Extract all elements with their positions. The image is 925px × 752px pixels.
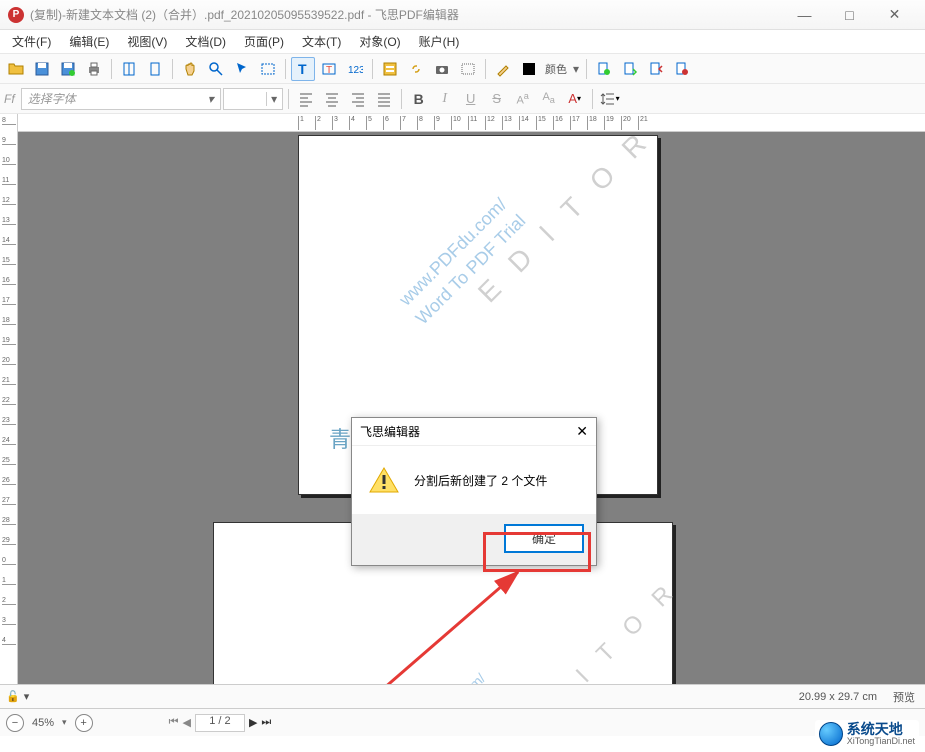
- menu-file[interactable]: 文件(F): [4, 30, 59, 53]
- save-as-button[interactable]: [56, 57, 80, 81]
- text-box-button[interactable]: T: [317, 57, 341, 81]
- menu-edit[interactable]: 编辑(E): [61, 30, 117, 53]
- rect-select-button[interactable]: [256, 57, 280, 81]
- line-spacing-button[interactable]: ▾: [598, 87, 622, 111]
- workspace: 8910111213141516171819202122232425262728…: [0, 114, 925, 684]
- align-right-button[interactable]: [346, 87, 370, 111]
- brand-url: XiTongTianDi.net: [847, 736, 915, 746]
- last-page-button[interactable]: ⏭: [261, 716, 271, 729]
- lock-icon: 🔓: [6, 690, 20, 703]
- warning-icon: [368, 466, 400, 494]
- horizontal-ruler: 123456789101112131415161718192021: [18, 114, 925, 132]
- zoom-out-button[interactable]: −: [6, 714, 24, 732]
- canvas[interactable]: E D I T O R www.PDFdu.com/ Word To PDF T…: [18, 132, 925, 684]
- text-spacing-button[interactable]: 123: [343, 57, 367, 81]
- page-navigation: ⏮ ◀ 1 / 2 ▶ ⏭: [169, 714, 272, 732]
- dialog-title-text: 飞思编辑器: [360, 423, 558, 440]
- align-justify-button[interactable]: [372, 87, 396, 111]
- highlight-button[interactable]: [491, 57, 515, 81]
- link-button[interactable]: [404, 57, 428, 81]
- superscript-button[interactable]: Aa: [511, 87, 535, 111]
- watermark-char: 青: [329, 422, 351, 454]
- globe-icon: [819, 722, 843, 746]
- font-prefix-icon: Ff: [4, 92, 15, 106]
- prev-page-button[interactable]: ◀: [182, 716, 190, 729]
- svg-text:123: 123: [348, 65, 363, 76]
- maximize-button[interactable]: □: [827, 1, 872, 29]
- dialog-titlebar[interactable]: 飞思编辑器 ✕: [352, 418, 596, 446]
- color-picker-button[interactable]: [517, 57, 541, 81]
- brand-name: 系统天地: [847, 722, 915, 736]
- close-button[interactable]: ✕: [872, 1, 917, 29]
- statusbar-lower: − 45% ▾ + ⏮ ◀ 1 / 2 ▶ ⏭: [0, 708, 925, 736]
- message-dialog: 飞思编辑器 ✕ 分割后新创建了 2 个文件 确定: [351, 417, 597, 566]
- italic-button[interactable]: I: [433, 87, 457, 111]
- font-select[interactable]: 选择字体 ▾: [21, 88, 221, 110]
- status-sep: ▾: [24, 690, 30, 703]
- watermark-editor: E D I T O R: [469, 132, 661, 311]
- hand-tool-button[interactable]: [178, 57, 202, 81]
- first-page-button[interactable]: ⏮: [169, 716, 179, 729]
- zoom-tool-button[interactable]: [204, 57, 228, 81]
- vertical-ruler: 8910111213141516171819202122232425262728…: [0, 114, 18, 684]
- select-tool-button[interactable]: [230, 57, 254, 81]
- zoom-level[interactable]: 45%: [32, 717, 54, 729]
- doc-extract-button[interactable]: [644, 57, 668, 81]
- page-layout-button[interactable]: [117, 57, 141, 81]
- svg-text:T: T: [326, 65, 332, 76]
- align-center-button[interactable]: [320, 87, 344, 111]
- save-button[interactable]: [30, 57, 54, 81]
- text-tool-button[interactable]: T: [291, 57, 315, 81]
- font-size-select[interactable]: ▾: [223, 88, 283, 110]
- menu-doc[interactable]: 文档(D): [177, 30, 234, 53]
- menu-object[interactable]: 对象(O): [351, 30, 408, 53]
- menu-account[interactable]: 账户(H): [411, 30, 468, 53]
- doc-insert-button[interactable]: [618, 57, 642, 81]
- open-button[interactable]: [4, 57, 28, 81]
- subscript-button[interactable]: Aa: [537, 87, 561, 111]
- statusbar-upper: 🔓 ▾ 20.99 x 29.7 cm 预览: [0, 684, 925, 708]
- form-button[interactable]: [378, 57, 402, 81]
- menu-view[interactable]: 视图(V): [119, 30, 175, 53]
- watermark-url-1: www.PDFdu.com/ Word To PDF Trial: [393, 192, 532, 331]
- doc-add-button[interactable]: [592, 57, 616, 81]
- svg-text:T: T: [298, 61, 307, 77]
- marquee-button[interactable]: [456, 57, 480, 81]
- window-title: (复制)-新建文本文档 (2)（合并）.pdf_2021020509553952…: [30, 6, 782, 23]
- main-toolbar: T T 123 颜色 ▾: [0, 54, 925, 84]
- page-input[interactable]: 1 / 2: [195, 714, 245, 732]
- snapshot-button[interactable]: [430, 57, 454, 81]
- menu-page[interactable]: 页面(P): [236, 30, 292, 53]
- doc-delete-button[interactable]: [670, 57, 694, 81]
- next-page-button[interactable]: ▶: [249, 716, 257, 729]
- dialog-message: 分割后新创建了 2 个文件: [414, 472, 547, 489]
- minimize-button[interactable]: —: [782, 1, 827, 29]
- zoom-in-button[interactable]: +: [75, 714, 93, 732]
- dialog-close-button[interactable]: ✕: [558, 423, 588, 440]
- text-color-button[interactable]: A▾: [563, 87, 587, 111]
- titlebar: P (复制)-新建文本文档 (2)（合并）.pdf_20210205095539…: [0, 0, 925, 30]
- menubar: 文件(F) 编辑(E) 视图(V) 文档(D) 页面(P) 文本(T) 对象(O…: [0, 30, 925, 54]
- strike-button[interactable]: S: [485, 87, 509, 111]
- underline-button[interactable]: U: [459, 87, 483, 111]
- preview-label[interactable]: 预览: [893, 689, 915, 705]
- app-icon: P: [8, 7, 24, 23]
- print-button[interactable]: [82, 57, 106, 81]
- brand-watermark: 系统天地 XiTongTianDi.net: [815, 720, 919, 748]
- page-size-label: 20.99 x 29.7 cm: [799, 691, 877, 703]
- edit-toolbar: Ff 选择字体 ▾ ▾ B I U S Aa Aa A▾ ▾: [0, 84, 925, 114]
- menu-text[interactable]: 文本(T): [294, 30, 349, 53]
- watermark-editor-2: E D I T O R: [513, 573, 686, 684]
- bold-button[interactable]: B: [407, 87, 431, 111]
- align-left-button[interactable]: [294, 87, 318, 111]
- color-label: 颜色: [543, 61, 569, 77]
- dialog-ok-button[interactable]: 确定: [504, 524, 584, 553]
- watermark-url-2: www.PDFdu.com/ Word To PDF Trial: [397, 668, 505, 684]
- page-single-button[interactable]: [143, 57, 167, 81]
